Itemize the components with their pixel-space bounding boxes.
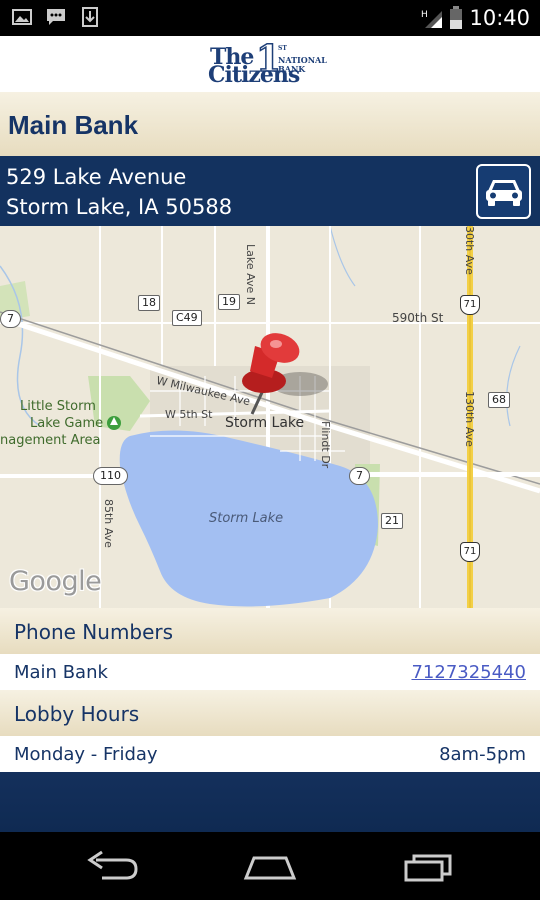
branch-title-bar: Main Bank (0, 92, 540, 156)
download-icon (82, 7, 98, 27)
map-view[interactable]: 18 19 C49 7 7 110 68 21 71 71 Lake Ave N… (0, 226, 540, 608)
route-21-shield: 21 (381, 513, 403, 529)
address-line-2: Storm Lake, IA 50588 (6, 195, 233, 219)
map-label-storm-lake-city: Storm Lake (225, 415, 305, 431)
map-label-130th-ave: 130th Ave (463, 391, 476, 447)
hours-days: Monday - Friday (14, 744, 158, 765)
image-icon (12, 9, 32, 25)
footer-band (0, 772, 540, 832)
battery-icon (450, 6, 463, 29)
branch-title: Main Bank (8, 110, 139, 140)
hours-row: Monday - Friday 8am-5pm (0, 736, 540, 773)
us-71-south-shield: 71 (460, 542, 480, 562)
phone-number-link[interactable]: 7127325440 (411, 662, 526, 683)
route-110-shield: 110 (93, 467, 128, 485)
map-label-30th-ave: 30th Ave (463, 226, 476, 275)
back-icon[interactable] (82, 850, 142, 884)
hours-time: 8am-5pm (439, 744, 526, 765)
app-header: The 1 ST NATIONAL BANK Citizens (0, 36, 540, 92)
phone-numbers-header: Phone Numbers (0, 608, 540, 654)
map-label-little-storm-2: Lake Game (30, 416, 104, 431)
route-c49-shield: C49 (172, 310, 202, 326)
home-icon[interactable] (240, 850, 300, 884)
map-label-little-storm-3: nagement Area (0, 433, 101, 448)
bank-logo: The 1 ST NATIONAL BANK Citizens (208, 37, 327, 88)
navigation-bar (0, 832, 540, 900)
address-bar: 529 Lake Avenue Storm Lake, IA 50588 (0, 156, 540, 226)
map-label-w5th: W 5th St (165, 408, 213, 421)
recent-apps-icon[interactable] (400, 850, 460, 884)
phone-label: Main Bank (14, 662, 108, 683)
map-label-lake-ave: Lake Ave N (244, 244, 257, 305)
directions-button[interactable] (476, 164, 531, 219)
map-label-storm-lake-water: Storm Lake (209, 511, 284, 526)
map-label-590th-st: 590th St (392, 311, 444, 325)
clock: 10:40 (469, 6, 530, 30)
signal-icon: H (421, 10, 443, 28)
svg-text:H: H (421, 10, 428, 20)
route-19-shield: 19 (218, 294, 240, 310)
status-bar: H 10:40 (0, 0, 540, 36)
phone-row: Main Bank 7127325440 (0, 654, 540, 691)
google-logo: Google (9, 566, 102, 597)
route-68-shield: 68 (488, 392, 510, 408)
route-18-shield: 18 (138, 295, 160, 311)
route-7-east-shield: 7 (349, 467, 370, 485)
map-label-85th-ave: 85th Ave (102, 499, 115, 548)
us-71-shield: 71 (460, 295, 480, 315)
map-label-little-storm-1: Little Storm (20, 399, 96, 414)
map-label-flindt-dr: Flindt Dr (319, 421, 332, 469)
chat-icon (47, 9, 65, 25)
car-icon (486, 180, 522, 206)
route-7-shield: 7 (0, 310, 21, 328)
address-line-1: 529 Lake Avenue (6, 165, 187, 189)
lobby-hours-header: Lobby Hours (0, 690, 540, 736)
